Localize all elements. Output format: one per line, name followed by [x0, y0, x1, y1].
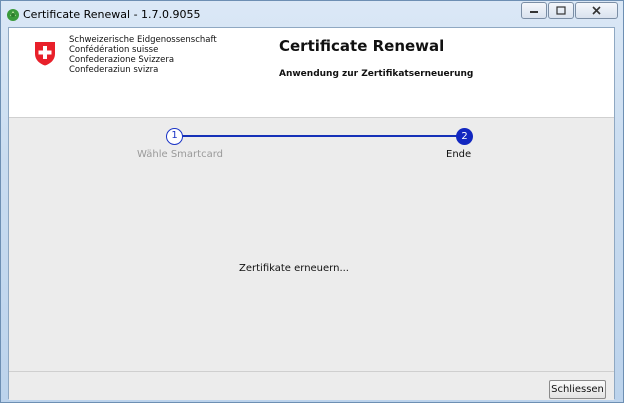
wizard-steps: 1 2 Wähle Smartcard Ende Zertifikate ern… — [9, 118, 614, 374]
footer-bar: Schliessen — [9, 371, 614, 400]
application-window: Certificate Renewal - 1.7.0.9055 Schweiz… — [0, 0, 624, 403]
step-1-label: Wähle Smartcard — [137, 149, 223, 160]
app-subtitle: Anwendung zur Zertifikatserneuerung — [279, 69, 474, 79]
window-title: Certificate Renewal - 1.7.0.9055 — [23, 8, 201, 21]
confederation-line-rm: Confederaziun svizra — [69, 65, 159, 75]
title-bar[interactable]: Certificate Renewal - 1.7.0.9055 — [1, 1, 623, 28]
window-controls — [520, 2, 618, 20]
client-area: Schweizerische Eidgenossenschaft Confédé… — [8, 27, 615, 400]
minimize-button[interactable] — [521, 2, 547, 19]
confederation-line-it: Confederazione Svizzera — [69, 55, 175, 65]
confederation-text: Schweizerische Eidgenossenschaft Confédé… — [69, 35, 217, 75]
app-title: Certificate Renewal — [279, 37, 445, 55]
header-banner: Schweizerische Eidgenossenschaft Confédé… — [9, 28, 614, 118]
maximize-button[interactable] — [548, 2, 574, 19]
maximize-icon — [556, 6, 566, 15]
swiss-cross-logo — [35, 42, 55, 66]
close-button[interactable]: Schliessen — [549, 380, 606, 399]
step-connector — [182, 135, 465, 137]
step-2-indicator: 2 — [456, 128, 473, 145]
confederation-line-de: Schweizerische Eidgenossenschaft — [69, 35, 217, 45]
confederation-line-fr: Confédération suisse — [69, 45, 159, 55]
status-text: Zertifikate erneuern... — [239, 263, 349, 274]
close-window-button[interactable] — [575, 2, 618, 19]
minimize-icon — [530, 11, 538, 13]
close-icon — [592, 6, 601, 15]
step-1-indicator: 1 — [166, 128, 183, 145]
recycle-icon — [7, 9, 19, 21]
step-2-label: Ende — [446, 149, 472, 160]
